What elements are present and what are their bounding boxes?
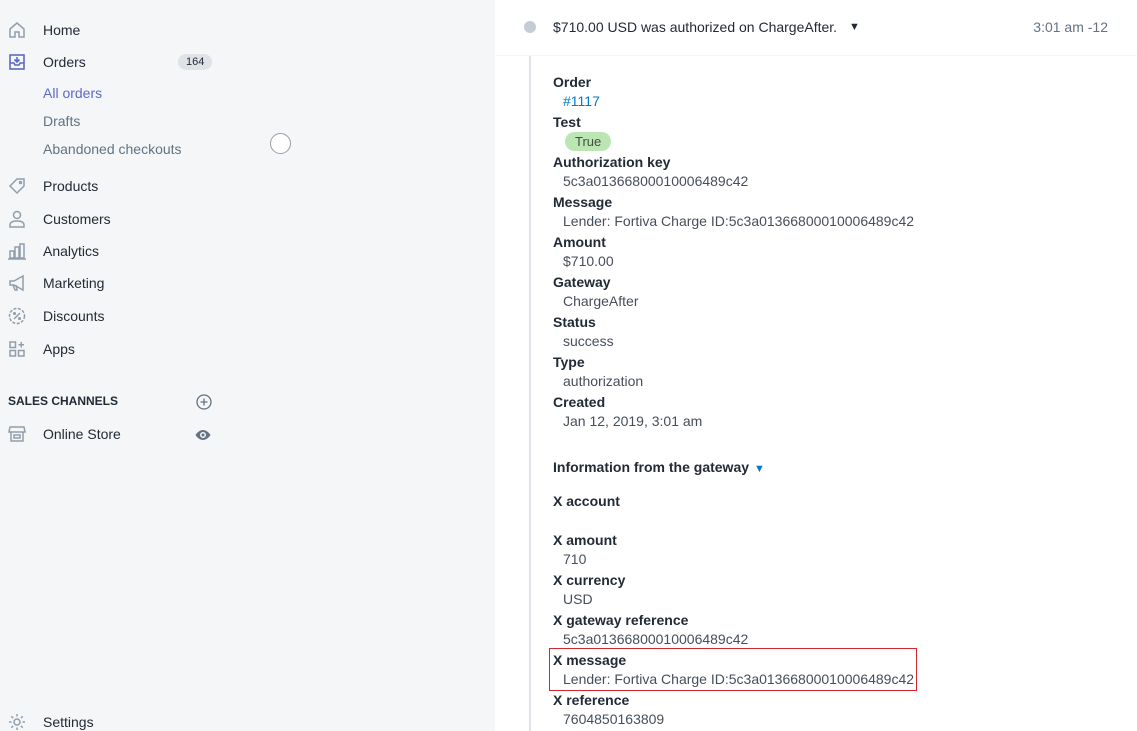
cursor-circle (270, 133, 291, 154)
event-time: 3:01 am -12 (1033, 19, 1108, 35)
x-reference-label: X reference (553, 692, 630, 708)
event-details: Order #1117 Test True Authorization key … (553, 73, 1113, 433)
online-store-icon (6, 423, 28, 445)
gateway-label: Gateway (553, 274, 611, 290)
sidebar-subitem-all-orders[interactable]: All orders (43, 85, 102, 101)
sidebar-item-products[interactable]: Products (0, 170, 230, 202)
sales-channels-heading: SALES CHANNELS (8, 394, 119, 408)
test-badge: True (565, 132, 612, 151)
created-label: Created (553, 394, 606, 410)
x-currency-value: USD (563, 591, 593, 607)
sidebar-item-home[interactable]: Home (0, 14, 230, 46)
marketing-megaphone-icon (6, 272, 28, 294)
gateway-value: ChargeAfter (563, 293, 639, 309)
test-label: Test (553, 114, 581, 130)
sidebar-item-label: Customers (43, 211, 111, 227)
created-value: Jan 12, 2019, 3:01 am (563, 413, 703, 429)
chevron-down-icon: ▼ (754, 463, 765, 475)
apps-icon (6, 338, 28, 360)
type-label: Type (553, 354, 585, 370)
x-gateway-reference-label: X gateway reference (553, 612, 689, 628)
x-amount-label: X amount (553, 532, 617, 548)
sidebar-item-discounts[interactable]: Discounts (0, 300, 230, 332)
auth-key-value: 5c3a01366800010006489c42 (563, 173, 749, 189)
home-icon (6, 19, 28, 41)
highlight-annotation (549, 648, 917, 691)
sidebar-item-settings[interactable]: Settings (0, 706, 230, 731)
sidebar-item-analytics[interactable]: Analytics (0, 235, 230, 267)
order-link[interactable]: #1117 (553, 92, 1113, 113)
sidebar-item-label: Settings (43, 714, 94, 730)
sidebar-subitem-abandoned-checkouts[interactable]: Abandoned checkouts (43, 141, 182, 157)
customers-icon (6, 208, 28, 230)
chevron-down-icon[interactable]: ▼ (849, 21, 860, 33)
type-value: authorization (563, 373, 644, 389)
sidebar-nav: Home Orders 164 All orders Drafts Abando… (0, 0, 495, 731)
status-value: success (563, 333, 614, 349)
sidebar-item-marketing[interactable]: Marketing (0, 267, 230, 299)
sidebar-item-label: Orders (43, 54, 86, 70)
settings-gear-icon (6, 711, 28, 731)
status-label: Status (553, 314, 596, 330)
orders-icon (6, 51, 28, 73)
timeline-panel: $710.00 USD was authorized on ChargeAfte… (495, 0, 1137, 731)
message-label: Message (553, 194, 613, 210)
timeline-dot (524, 21, 536, 33)
orders-count-badge: 164 (178, 54, 213, 70)
amount-value: $710.00 (563, 253, 614, 269)
amount-label: Amount (553, 234, 606, 250)
sidebar-item-label: Analytics (43, 243, 100, 259)
x-amount-value: 710 (563, 551, 587, 567)
message-value: Lender: Fortiva Charge ID:5c3a0136680001… (563, 213, 915, 229)
sidebar-item-label: Online Store (43, 426, 121, 442)
sidebar-subitem-drafts[interactable]: Drafts (43, 113, 80, 129)
sidebar-item-customers[interactable]: Customers (0, 203, 230, 235)
sidebar-item-label: Products (43, 178, 99, 194)
timeline-event[interactable]: $710.00 USD was authorized on ChargeAfte… (495, 0, 1137, 55)
gateway-info-heading: Information from the gateway (553, 459, 750, 475)
x-currency-label: X currency (553, 572, 626, 588)
timeline-line (529, 28, 531, 731)
add-channel-icon[interactable] (195, 393, 213, 411)
sidebar-item-apps[interactable]: Apps (0, 333, 230, 365)
sidebar-item-label: Discounts (43, 308, 105, 324)
sidebar-item-label: Marketing (43, 275, 105, 291)
sidebar-item-label: Home (43, 22, 81, 38)
order-label: Order (553, 74, 592, 90)
x-reference-value: 7604850163809 (563, 711, 665, 727)
event-text: $710.00 USD was authorized on ChargeAfte… (553, 19, 838, 35)
analytics-icon (6, 240, 28, 262)
auth-key-label: Authorization key (553, 154, 671, 170)
redacted-value (638, 507, 878, 529)
view-eye-icon[interactable] (194, 426, 212, 444)
sidebar-item-label: Apps (43, 341, 75, 357)
gateway-info-toggle[interactable]: Information from the gateway ▼ (553, 459, 765, 475)
discounts-icon (6, 305, 28, 327)
products-tag-icon (6, 175, 28, 197)
